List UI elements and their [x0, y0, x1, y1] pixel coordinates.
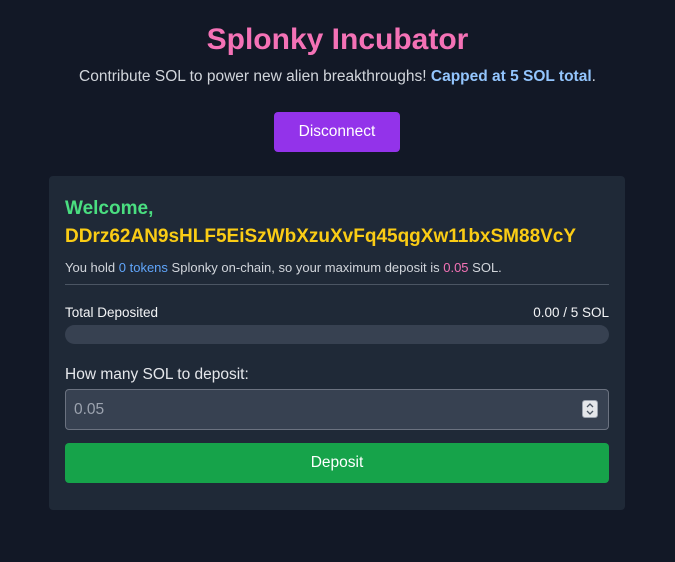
cap-highlight: Capped at 5 SOL total [430, 68, 592, 85]
holding-info: You hold 0 tokens Splonky on-chain, so y… [65, 259, 502, 277]
holding-middle: Splonky on-chain, so your maximum deposi… [171, 260, 440, 275]
welcome-label: Welcome, [65, 198, 154, 219]
page: Splonky Incubator Contribute SOL to powe… [0, 0, 675, 562]
token-count: 0 tokens [118, 260, 168, 275]
divider [65, 284, 609, 285]
wallet-address: DDrz62AN9sHLF5EiSzWbXzuXvFq45qgXw11bxSM8… [65, 226, 577, 247]
disconnect-button[interactable]: Disconnect [274, 112, 400, 152]
deposit-amount-label: How many SOL to deposit: [65, 366, 249, 383]
stepper-down-icon[interactable] [583, 409, 597, 417]
deposit-amount-input[interactable] [65, 389, 609, 430]
deposit-progress-bar [65, 325, 609, 344]
subtitle-text: Contribute SOL to power new alien breakt… [79, 68, 427, 85]
stepper-up-icon[interactable] [583, 401, 597, 409]
total-deposited-label: Total Deposited [65, 305, 159, 320]
number-stepper-icon[interactable] [582, 400, 598, 418]
deposit-button[interactable]: Deposit [65, 443, 609, 483]
page-title: Splonky Incubator [206, 23, 469, 56]
page-subtitle: Contribute SOL to power new alien breakt… [0, 67, 675, 87]
deposit-card: Welcome, DDrz62AN9sHLF5EiSzWbXzuXvFq45qg… [49, 176, 625, 510]
total-deposited-value: 0.00 / 5 SOL [533, 305, 609, 320]
subtitle-period: . [591, 68, 596, 85]
max-deposit: 0.05 [443, 260, 469, 275]
holding-suffix: SOL. [472, 260, 502, 275]
holding-prefix: You hold [65, 260, 116, 275]
